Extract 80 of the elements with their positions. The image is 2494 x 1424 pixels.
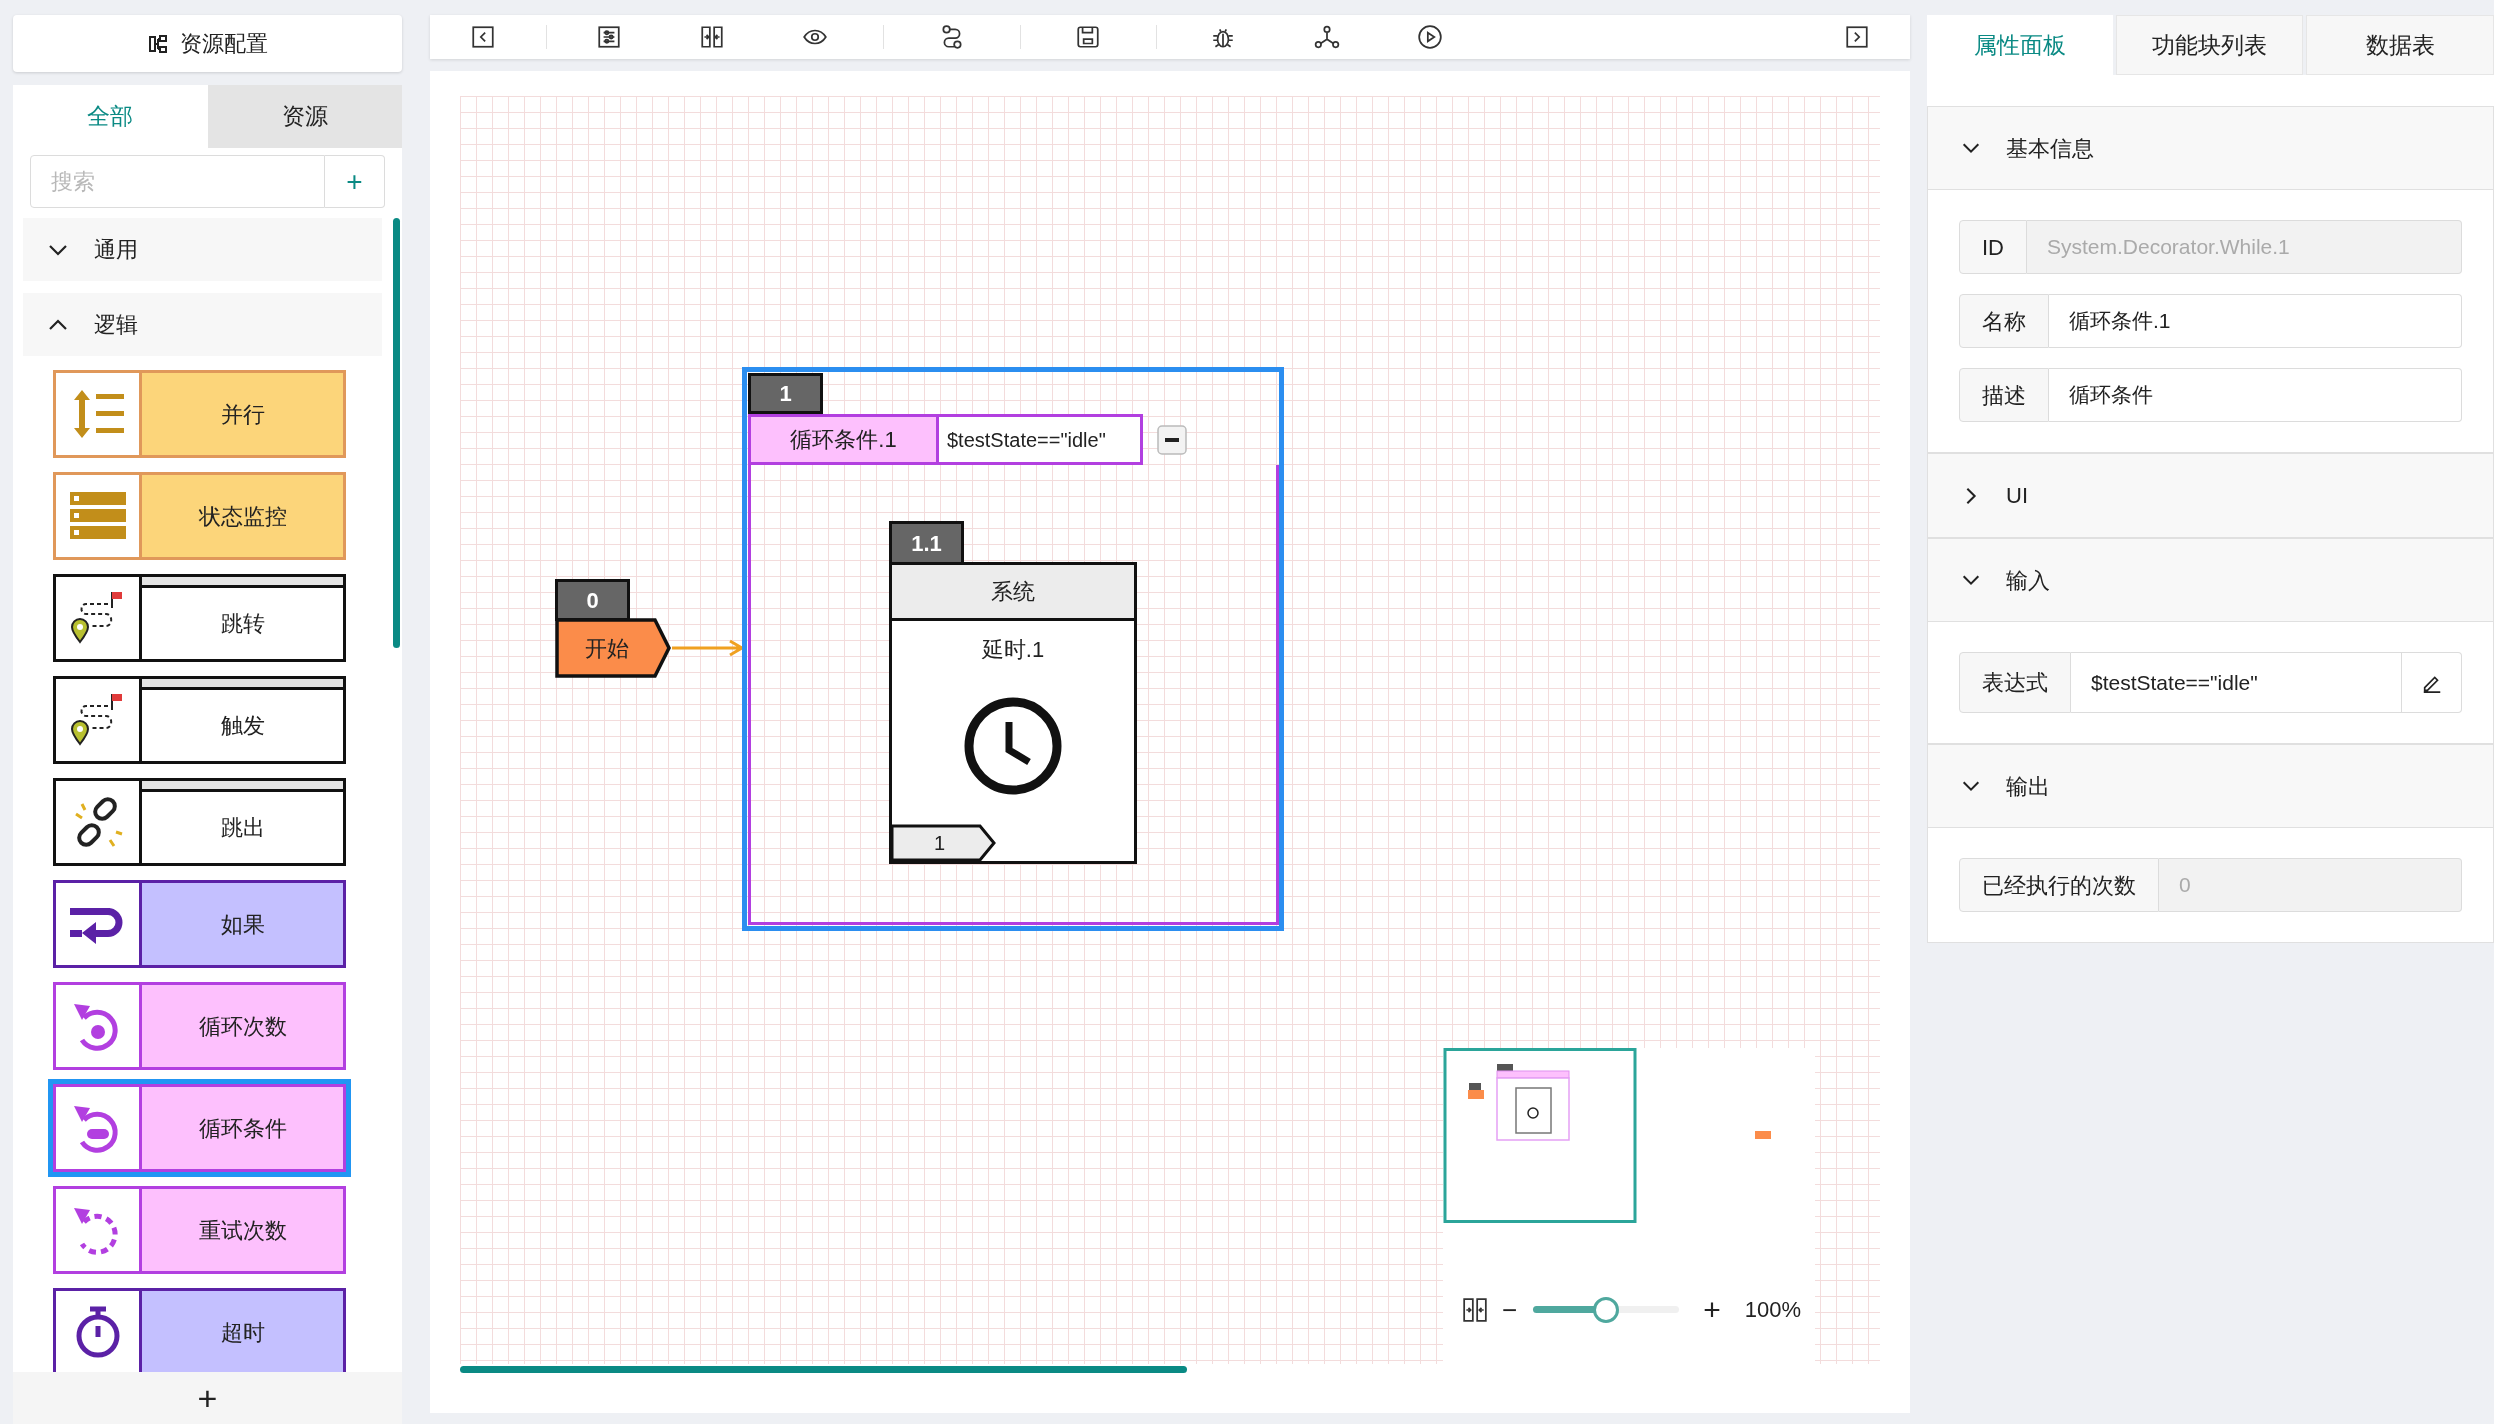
section-header[interactable]: 输入 xyxy=(1928,539,2493,622)
stacked-bars-icon xyxy=(67,490,128,542)
node-name: 循环条件.1 xyxy=(748,414,936,465)
section-title: 输入 xyxy=(2006,566,2050,595)
node-name: 延时.1 xyxy=(981,636,1045,664)
tab[interactable]: 资源 xyxy=(207,85,402,148)
block-label: 并行 xyxy=(220,400,265,429)
node-index-tag: 0 xyxy=(555,579,630,621)
section-title: 基本信息 xyxy=(2006,134,2094,163)
fit-screen-icon[interactable] xyxy=(699,24,725,50)
section-title: UI xyxy=(2006,482,2028,510)
block-label: 跳出 xyxy=(220,814,265,842)
palette-block[interactable]: 如果 xyxy=(53,880,346,968)
block-label: 如果 xyxy=(220,910,265,939)
palette-block[interactable]: 状态监控 xyxy=(53,472,346,560)
zoom-slider[interactable] xyxy=(1533,1296,1680,1323)
palette-block[interactable]: 跳转 xyxy=(53,574,346,662)
input-field: 0 xyxy=(2159,858,2462,912)
fit-screen-icon[interactable] xyxy=(1462,1296,1488,1323)
palette-block[interactable]: 重试次数 xyxy=(53,1186,346,1274)
scrollbar[interactable] xyxy=(393,218,400,648)
palette-block[interactable]: 循环次数 xyxy=(53,982,346,1070)
start-node[interactable]: 开始 xyxy=(555,618,671,678)
zoom-percentage: 100% xyxy=(1744,1296,1801,1324)
add-button[interactable]: + xyxy=(325,155,385,208)
node-index-tag: 1.1 xyxy=(889,521,964,562)
input-field[interactable]: 循环条件 xyxy=(2049,368,2462,422)
block-label: 触发 xyxy=(220,712,265,740)
palette-block[interactable]: 跳出 xyxy=(53,778,346,866)
collapse-right-icon[interactable] xyxy=(1844,24,1870,50)
collapse-button[interactable] xyxy=(1157,424,1187,455)
tab[interactable]: 属性面板 xyxy=(1927,15,2113,75)
route-icon[interactable] xyxy=(939,24,965,50)
connector-arrow xyxy=(672,639,744,657)
panel-title: 资源配置 xyxy=(179,30,268,58)
search-field[interactable]: 搜索 xyxy=(30,155,325,208)
input-field: System.Decorator.While.1 xyxy=(2027,220,2462,274)
hierarchy-icon xyxy=(147,33,168,54)
block-label: 循环条件 xyxy=(198,1114,287,1143)
node-category: 系统 xyxy=(892,565,1134,621)
sliders-icon[interactable] xyxy=(596,24,622,50)
collapse-left-icon[interactable] xyxy=(470,24,496,50)
output-port[interactable]: 1 xyxy=(892,824,996,861)
zoom-in-button[interactable]: + xyxy=(1703,1294,1721,1325)
group-label: 逻辑 xyxy=(94,311,138,339)
group-header[interactable]: 通用 xyxy=(23,218,382,281)
section-header[interactable]: 输出 xyxy=(1928,745,2493,828)
tab[interactable]: 功能块列表 xyxy=(2115,15,2304,75)
network-icon[interactable] xyxy=(1314,24,1340,50)
loop-node[interactable]: 1 循环条件.1 $testState=="idle" 1.1 系统 延时.1 1 xyxy=(742,367,1284,931)
block-label: 状态监控 xyxy=(198,502,287,531)
tab[interactable]: 数据表 xyxy=(2306,15,2494,75)
palette-block[interactable]: 超时 xyxy=(53,1288,346,1372)
block-label: 超时 xyxy=(220,1318,265,1347)
save-icon[interactable] xyxy=(1075,24,1101,50)
field-label: ID xyxy=(1959,220,2027,274)
field-label: 描述 xyxy=(1959,368,2049,422)
input-field[interactable]: 循环条件.1 xyxy=(2049,294,2462,348)
edit-button[interactable] xyxy=(2402,652,2462,713)
palette-block[interactable]: 触发 xyxy=(53,676,346,764)
block-label: 跳转 xyxy=(220,610,265,638)
section-header[interactable]: 基本信息 xyxy=(1928,107,2493,190)
play-icon[interactable] xyxy=(1417,24,1443,50)
group-label: 通用 xyxy=(94,236,138,264)
horizontal-scrollbar[interactable] xyxy=(460,1366,1187,1373)
node-index-tag: 1 xyxy=(748,373,823,414)
clock-icon xyxy=(963,696,1063,796)
block-label: 循环次数 xyxy=(198,1012,287,1041)
add-button[interactable]: + xyxy=(185,1381,230,1415)
group-header[interactable]: 逻辑 xyxy=(23,293,382,356)
section-header[interactable]: UI xyxy=(1928,454,2493,537)
condition-field[interactable]: $testState=="idle" xyxy=(936,414,1143,465)
input-field[interactable]: $testState=="idle" xyxy=(2071,652,2402,713)
section-title: 输出 xyxy=(2006,772,2050,801)
palette-block[interactable]: 并行 xyxy=(53,370,346,458)
field-label: 已经执行的次数 xyxy=(1959,858,2159,912)
block-label: 重试次数 xyxy=(198,1216,287,1245)
zoom-out-button[interactable]: − xyxy=(1502,1296,1518,1323)
field-label: 表达式 xyxy=(1959,652,2071,713)
field-label: 名称 xyxy=(1959,294,2049,348)
